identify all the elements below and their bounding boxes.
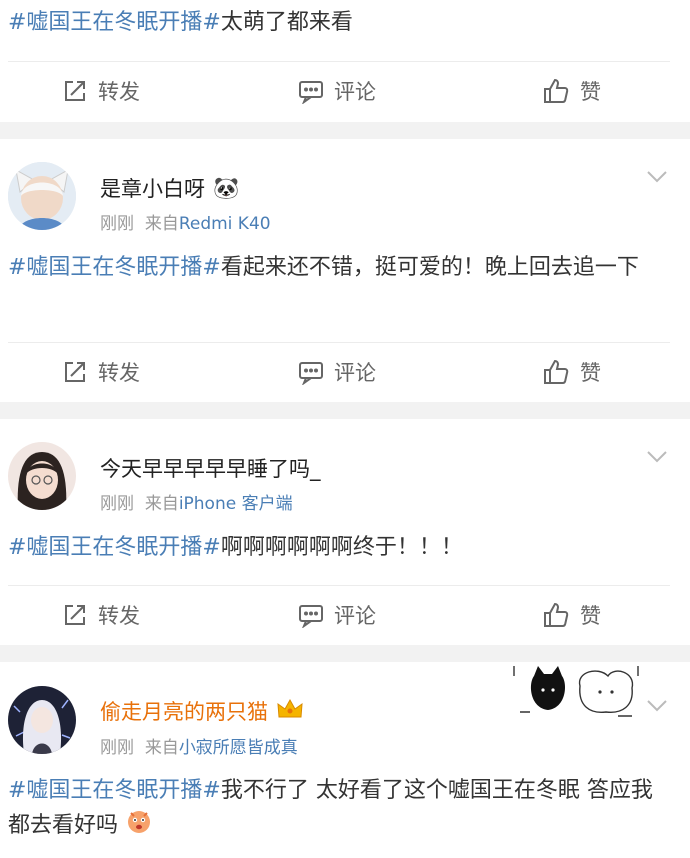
post-text: #嘘国王在冬眠开播#啊啊啊啊啊啊终于！！！ bbox=[8, 531, 672, 564]
avatar[interactable] bbox=[8, 162, 76, 230]
comment-label: 评论 bbox=[334, 80, 376, 104]
avatar-image bbox=[8, 442, 76, 510]
topic-link[interactable]: #嘘国王在冬眠开播# bbox=[8, 535, 221, 560]
like-label: 赞 bbox=[580, 80, 601, 104]
topic-link[interactable]: #嘘国王在冬眠开播# bbox=[8, 778, 221, 803]
topic-link[interactable]: #嘘国王在冬眠开播# bbox=[8, 10, 221, 35]
action-bar: 转发 评论 赞 bbox=[0, 62, 690, 120]
card-decoration-sticker bbox=[510, 662, 642, 722]
post-time: 刚刚 bbox=[100, 494, 134, 514]
comment-button[interactable]: 评论 bbox=[298, 62, 376, 120]
repost-button[interactable]: 转发 bbox=[62, 62, 140, 120]
comment-button[interactable]: 评论 bbox=[298, 586, 376, 644]
repost-label: 转发 bbox=[98, 604, 140, 628]
post-card: #嘘国王在冬眠开播#太萌了都来看 转发 评论 赞 bbox=[0, 0, 690, 122]
comment-label: 评论 bbox=[334, 604, 376, 628]
username[interactable]: 是章小白呀 🐼 bbox=[100, 173, 239, 203]
post-card: 今天早早早早早睡了吗_ 刚刚 来自iPhone 客户端 #嘘国王在冬眠开播#啊啊… bbox=[0, 419, 690, 645]
comment-icon bbox=[298, 359, 324, 385]
username-text: 是章小白呀 bbox=[100, 177, 205, 201]
avatar[interactable] bbox=[8, 686, 76, 754]
like-label: 赞 bbox=[580, 361, 601, 385]
post-source[interactable]: iPhone 客户端 bbox=[179, 494, 293, 514]
repost-button[interactable]: 转发 bbox=[62, 343, 140, 401]
post-card: 是章小白呀 🐼 刚刚 来自Redmi K40 #嘘国王在冬眠开播#看起来还不错，… bbox=[0, 139, 690, 402]
avatar-image bbox=[8, 162, 76, 230]
repost-button[interactable]: 转发 bbox=[62, 586, 140, 644]
repost-icon bbox=[62, 78, 88, 104]
post-source[interactable]: 小寂所愿皆成真 bbox=[179, 738, 298, 758]
emoji-sticker-icon bbox=[125, 807, 153, 845]
post-text: #嘘国王在冬眠开播#太萌了都来看 bbox=[8, 6, 672, 39]
thumbs-up-icon bbox=[542, 77, 570, 105]
source-prefix: 来自 bbox=[144, 214, 179, 234]
repost-label: 转发 bbox=[98, 80, 140, 104]
username[interactable]: 今天早早早早早睡了吗_ bbox=[100, 453, 321, 483]
like-label: 赞 bbox=[580, 604, 601, 628]
post-text: #嘘国王在冬眠开播#看起来还不错，挺可爱的！晚上回去追一下 bbox=[8, 251, 672, 284]
post-meta: 刚刚 来自iPhone 客户端 bbox=[100, 489, 293, 514]
post-time: 刚刚 bbox=[100, 214, 134, 234]
crown-icon bbox=[276, 697, 304, 726]
repost-icon bbox=[62, 602, 88, 628]
like-button[interactable]: 赞 bbox=[542, 586, 601, 644]
action-bar: 转发 评论 赞 bbox=[0, 586, 690, 644]
topic-link[interactable]: #嘘国王在冬眠开播# bbox=[8, 255, 221, 280]
post-time: 刚刚 bbox=[100, 738, 134, 758]
repost-label: 转发 bbox=[98, 361, 140, 385]
username-text: 今天早早早早早睡了吗_ bbox=[100, 457, 321, 481]
comment-label: 评论 bbox=[334, 361, 376, 385]
avatar-image bbox=[8, 686, 76, 754]
post-source[interactable]: Redmi K40 bbox=[179, 214, 271, 234]
chevron-down-icon[interactable] bbox=[646, 449, 668, 468]
chevron-down-icon[interactable] bbox=[646, 698, 668, 717]
like-button[interactable]: 赞 bbox=[542, 62, 601, 120]
repost-icon bbox=[62, 359, 88, 385]
thumbs-up-icon bbox=[542, 358, 570, 386]
username-text: 偷走月亮的两只猫 bbox=[100, 700, 268, 724]
post-body: 啊啊啊啊啊啊终于！！！ bbox=[220, 535, 463, 560]
like-button[interactable]: 赞 bbox=[542, 343, 601, 401]
post-meta: 刚刚 来自小寂所愿皆成真 bbox=[100, 733, 298, 758]
action-bar: 转发 评论 赞 bbox=[0, 343, 690, 401]
chevron-down-icon[interactable] bbox=[646, 169, 668, 188]
source-prefix: 来自 bbox=[144, 738, 179, 758]
comment-icon bbox=[298, 602, 324, 628]
thumbs-up-icon bbox=[542, 601, 570, 629]
post-meta: 刚刚 来自Redmi K40 bbox=[100, 209, 271, 234]
post-text: #嘘国王在冬眠开播#我不行了 太好看了这个嘘国王在冬眠 答应我都去看好吗 bbox=[8, 774, 672, 845]
username[interactable]: 偷走月亮的两只猫 bbox=[100, 696, 304, 726]
post-body: 太萌了都来看 bbox=[220, 10, 353, 35]
source-prefix: 来自 bbox=[144, 494, 179, 514]
comment-icon bbox=[298, 78, 324, 104]
avatar[interactable] bbox=[8, 442, 76, 510]
post-body: 看起来还不错，挺可爱的！晚上回去追一下 bbox=[220, 255, 639, 280]
post-card: 偷走月亮的两只猫 刚刚 来自小寂所愿皆成真 #嘘国王在冬眠开播#我不行了 太好看… bbox=[0, 662, 690, 858]
comment-button[interactable]: 评论 bbox=[298, 343, 376, 401]
panda-emoji: 🐼 bbox=[213, 175, 240, 200]
